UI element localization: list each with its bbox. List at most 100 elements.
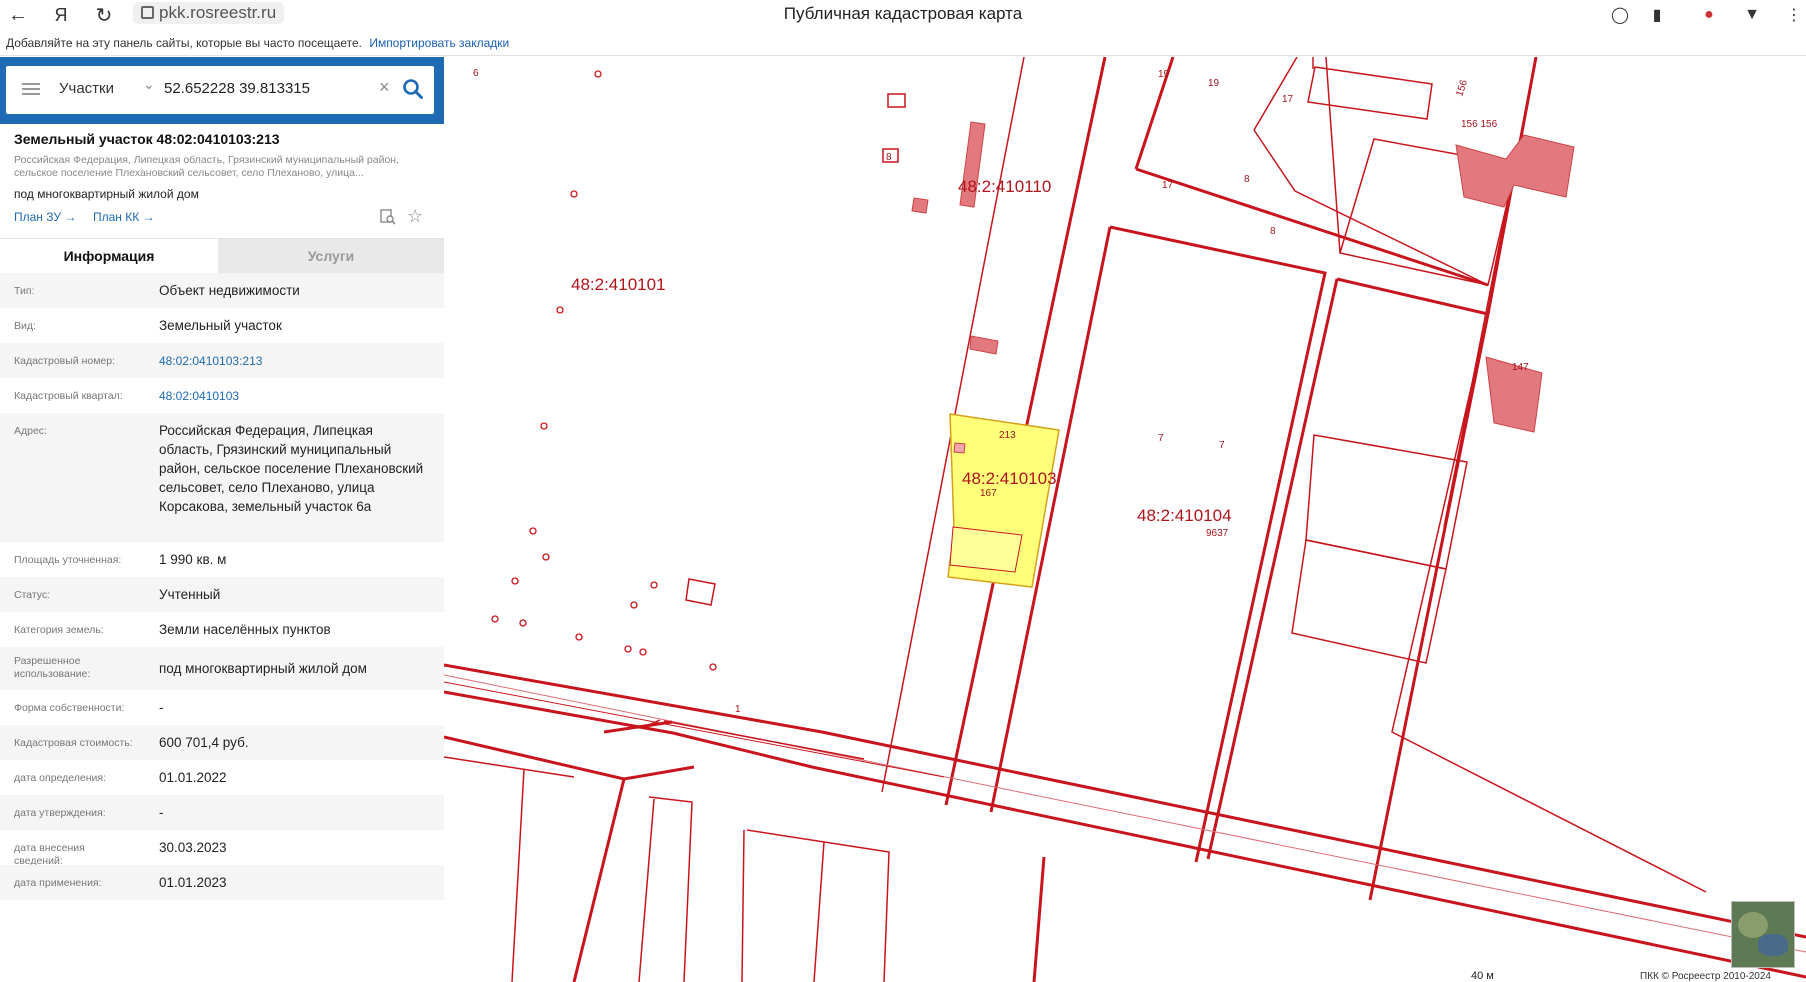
document-search-icon[interactable] [380, 209, 396, 225]
parcel-number: 17 [1282, 94, 1294, 105]
close-icon[interactable]: × [379, 77, 390, 98]
info-label: Адрес: [14, 425, 47, 437]
parcel-number: 167 [980, 488, 997, 499]
parcel-number: 1 [735, 704, 741, 715]
back-arrow-icon[interactable]: ← [6, 3, 30, 27]
info-value: Российская Федерация, Липецкая область, … [159, 423, 424, 514]
quarter-label-410110: 48:2:410110 [958, 177, 1051, 196]
info-row-cadastral-number: Кадастровый номер: 48:02:0410103:213 [0, 343, 444, 378]
parcel-number: 156 156 [1461, 119, 1498, 130]
cadastral-quarter-link[interactable]: 48:02:0410103 [159, 387, 429, 406]
info-row-entry-date: дата внесения сведений: 30.03.2023 [0, 830, 444, 867]
parcel-number: 8 [1270, 226, 1276, 237]
parcel-number: 147 [1512, 362, 1529, 373]
parcel-number: 17 [1162, 180, 1174, 191]
info-row-determination-date: дата определения: 01.01.2022 [0, 760, 444, 795]
bookmarks-hint: Добавляйте на эту панель сайты, которые … [6, 36, 362, 50]
info-row-kind: Вид: Земельный участок [0, 308, 444, 343]
download-icon[interactable]: ▼ [1740, 3, 1764, 27]
info-row-ownership: Форма собственности: - [0, 690, 444, 725]
info-value: 01.01.2023 [159, 875, 227, 890]
info-row-approval-date: дата утверждения: - [0, 795, 444, 830]
tab-services[interactable]: Услуги [218, 239, 444, 274]
parcel-address-summary: Российская Федерация, Липецкая область, … [14, 154, 399, 179]
parcel-number: 6 [473, 68, 479, 79]
info-row-cadastral-value: Кадастровая стоимость: 600 701,4 руб. [0, 725, 444, 760]
info-label: Статус: [14, 589, 51, 601]
info-value: - [159, 700, 164, 715]
info-label: Кадастровый номер: [14, 355, 116, 367]
info-value: - [159, 805, 164, 820]
yandex-logo-icon[interactable]: Я [49, 3, 73, 27]
parcel-number: 7 [1219, 440, 1225, 451]
reload-icon[interactable]: ↻ [92, 3, 116, 27]
info-label: Площадь уточненная: [14, 554, 122, 566]
lock-icon [141, 6, 154, 19]
address-bar[interactable]: pkk.rosreestr.ru [133, 2, 285, 24]
chevron-down-icon[interactable]: ⌄ [143, 76, 155, 93]
parcel-number: 9637 [1206, 528, 1229, 539]
info-label: дата применения: [14, 877, 102, 889]
parcel-number-selected: 213 [999, 430, 1016, 441]
quarter-label-410103: 48:2:410103 [962, 469, 1057, 488]
basemap-switcher[interactable] [1731, 901, 1795, 968]
scale-bar: 40 м [1471, 970, 1494, 982]
extension-icon[interactable]: ● [1697, 3, 1721, 27]
info-row-permitted-use: Разрешенное использование: под многоквар… [0, 647, 444, 690]
protect-icon[interactable]: ◯ [1608, 3, 1632, 27]
parcel-title: Земельный участок 48:02:0410103:213 [14, 131, 280, 147]
search-icon[interactable] [402, 78, 424, 100]
search-box[interactable]: Участки ⌄ 52.652228 39.813315 × [6, 66, 434, 114]
parcel-number: 8 [1244, 174, 1250, 185]
info-value: под многоквартирный жилой дом [159, 661, 367, 676]
info-label: дата определения: [14, 772, 107, 784]
bookmarks-bar: Добавляйте на эту панель сайты, которые … [0, 30, 1806, 56]
info-label: Кадастровая стоимость: [14, 737, 133, 749]
info-value: 30.03.2023 [159, 840, 227, 855]
layer-select[interactable]: Участки [59, 80, 114, 97]
star-icon[interactable]: ☆ [407, 206, 423, 227]
info-value: Объект недвижимости [159, 283, 300, 298]
copyright-text: ПКК © Росреестр 2010-2024 [1640, 971, 1771, 982]
info-label: Тип: [14, 285, 35, 297]
info-row-status: Статус: Учтенный [0, 577, 444, 612]
tab-bar: Информация Услуги [0, 238, 444, 274]
info-row-address: Адрес: Российская Федерация, Липецкая об… [0, 413, 444, 542]
parcel-number: 156 [1454, 78, 1470, 98]
parcel-number: 7 [1158, 433, 1164, 444]
info-sidebar: Участки ⌄ 52.652228 39.813315 × ‹ Земель… [0, 57, 460, 982]
quarter-label-410101: 48:2:410101 [571, 275, 666, 294]
browser-toolbar: ← Я ↻ pkk.rosreestr.ru Публичная кадастр… [0, 0, 1806, 30]
cadastral-number-link[interactable]: 48:02:0410103:213 [159, 352, 429, 371]
info-row-area: Площадь уточненная: 1 990 кв. м [0, 542, 444, 577]
plan-zu-link[interactable]: План ЗУ → [14, 210, 76, 224]
parcel-purpose: под многоквартирный жилой дом [14, 187, 199, 201]
bookmark-icon[interactable]: ▮ [1645, 3, 1669, 27]
info-value: 600 701,4 руб. [159, 735, 249, 750]
info-label: Разрешенное использование: [14, 655, 91, 680]
info-row-application-date: дата применения: 01.01.2023 [0, 865, 444, 900]
parcel-number: 19 [1158, 69, 1170, 80]
info-label: Категория земель: [14, 624, 104, 636]
map-canvas[interactable]: 48:2:410101 48:2:410110 48:2:410103 48:2… [444, 57, 1806, 982]
info-value: Земельный участок [159, 318, 282, 333]
search-input[interactable]: 52.652228 39.813315 [164, 80, 310, 97]
info-value: Учтенный [159, 587, 221, 602]
info-value: 1 990 кв. м [159, 552, 227, 567]
info-label: Кадастровый квартал: [14, 390, 123, 402]
info-value: Земли населённых пунктов [159, 622, 331, 637]
more-icon[interactable]: ⋮ [1782, 3, 1806, 27]
info-row-cadastral-quarter: Кадастровый квартал: 48:02:0410103 [0, 378, 444, 413]
info-value: 01.01.2022 [159, 770, 227, 785]
info-label: Форма собственности: [14, 702, 125, 714]
cadastral-map[interactable]: 48:2:410101 48:2:410110 48:2:410103 48:2… [444, 57, 1806, 982]
info-row-type: Тип: Объект недвижимости [0, 273, 444, 308]
plan-kk-link[interactable]: План КК → [93, 210, 155, 224]
menu-icon[interactable] [22, 80, 40, 98]
parcel-number: 8 [886, 152, 892, 163]
import-bookmarks-link[interactable]: Импортировать закладки [369, 36, 509, 50]
quarter-label-410104: 48:2:410104 [1137, 506, 1232, 525]
tab-information[interactable]: Информация [0, 239, 218, 274]
search-bar: Участки ⌄ 52.652228 39.813315 × ‹ [0, 57, 460, 124]
url-text: pkk.rosreestr.ru [159, 3, 277, 22]
